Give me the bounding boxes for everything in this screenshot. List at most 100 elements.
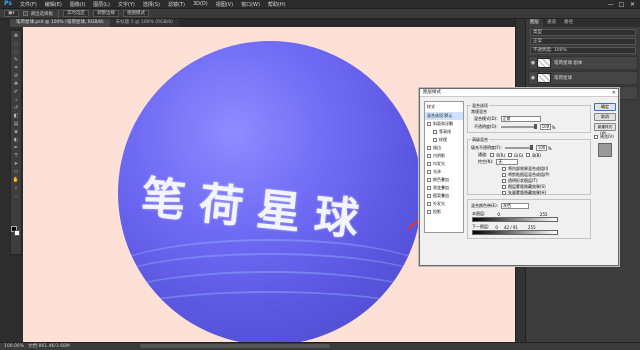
lasso-tool-icon[interactable]: ◌ (11, 48, 21, 55)
layer-row[interactable]: ◉ 笔荷星球 (528, 71, 638, 85)
checkbox[interactable] (502, 173, 506, 177)
eraser-tool-icon[interactable]: ◧ (11, 112, 21, 119)
view-mode-button[interactable]: 视图模式 (123, 10, 150, 17)
shape-tool-icon[interactable]: ▭ (11, 168, 21, 175)
hand-tool-icon[interactable]: ✋ (11, 176, 21, 183)
channel-g-checkbox[interactable] (508, 153, 513, 157)
tool-preset-picker[interactable]: ▣▾ (4, 10, 19, 17)
marquee-tool-icon[interactable]: ⬚ (11, 40, 21, 47)
style-item-gradient-overlay[interactable]: 渐变叠加 (425, 184, 463, 192)
fill-opacity-slider[interactable] (504, 145, 533, 150)
eye-icon[interactable]: ◉ (529, 75, 537, 81)
path-select-tool-icon[interactable]: ➤ (11, 160, 21, 167)
style-item-drop-shadow[interactable]: 投影 (425, 208, 463, 216)
layer-blend-select[interactable]: 正常 (530, 38, 636, 45)
color-swatches[interactable] (11, 226, 21, 238)
checkbox[interactable] (433, 130, 437, 134)
stamp-tool-icon[interactable]: ⊥ (11, 96, 21, 103)
eyedropper-tool-icon[interactable]: ⊘ (11, 72, 21, 79)
checkbox[interactable] (502, 167, 506, 171)
new-style-button[interactable]: 新建样式(W)... (594, 123, 616, 135)
type-tool-icon[interactable]: T (11, 152, 21, 159)
style-item-contour[interactable]: 等高线 (425, 128, 463, 136)
zoom-level[interactable]: 100.00% (4, 343, 24, 350)
auto-select-checkbox[interactable] (22, 11, 28, 16)
menu-file[interactable]: 文件(F) (16, 1, 41, 8)
doc-tab-active[interactable]: 笔荷星球.psd @ 100% (笔荷星球, RGB/8) (10, 19, 110, 27)
dodge-tool-icon[interactable]: ◐ (11, 136, 21, 143)
more-tools-icon[interactable]: … (11, 192, 21, 199)
healing-tool-icon[interactable]: ✚ (11, 80, 21, 87)
tab-channels[interactable]: 通道 (543, 19, 560, 27)
checkbox[interactable] (427, 162, 431, 166)
blend-mode-select[interactable]: 正常 (500, 116, 541, 122)
layer-opacity-field[interactable]: 不透明度: 100% (530, 47, 636, 54)
menu-help[interactable]: 帮助(H) (264, 1, 290, 8)
this-layer-gradient[interactable] (472, 217, 558, 222)
knockout-select[interactable]: 无 (496, 159, 519, 165)
refine-edge-button[interactable]: 调整边缘 (93, 10, 120, 17)
checkbox[interactable] (427, 122, 431, 126)
fill-opacity-field[interactable]: 100 (535, 145, 547, 151)
zoom-tool-icon[interactable]: ⌕ (11, 184, 21, 191)
layer-row[interactable]: ◉ 笔荷星球 副本 (528, 56, 638, 70)
tab-layers[interactable]: 图层 (526, 19, 543, 27)
checkbox[interactable] (427, 194, 431, 198)
preview-checkbox[interactable] (594, 135, 598, 139)
ok-button[interactable]: 确定 (594, 103, 616, 111)
close-icon[interactable]: ✕ (612, 89, 616, 97)
style-item-stroke[interactable]: 描边 (425, 144, 463, 152)
menu-layer[interactable]: 图层(L) (89, 1, 114, 8)
checkbox[interactable] (502, 191, 506, 195)
gradient-tool-icon[interactable]: ▤ (11, 120, 21, 127)
style-item-color-overlay[interactable]: 颜色叠加 (425, 176, 463, 184)
opacity-field[interactable]: 100 (539, 124, 551, 130)
doc-tab-inactive[interactable]: 未标题-1 @ 100% (RGB/8) (109, 19, 179, 27)
crop-tool-icon[interactable]: ⌗ (11, 64, 21, 71)
horizontal-scrollbar[interactable] (140, 344, 330, 348)
history-brush-tool-icon[interactable]: ↺ (11, 104, 21, 111)
checkbox[interactable] (502, 179, 506, 183)
close-button[interactable]: ✕ (627, 0, 638, 9)
under-layer-gradient[interactable] (472, 230, 558, 235)
mode-live-button[interactable]: 实时选区 (63, 10, 90, 17)
tab-paths[interactable]: 路径 (560, 19, 577, 27)
channel-r-checkbox[interactable] (490, 153, 495, 157)
blur-tool-icon[interactable]: ◈ (11, 128, 21, 135)
slider-knob[interactable] (533, 124, 537, 129)
pen-tool-icon[interactable]: ✒ (11, 144, 21, 151)
minimize-button[interactable]: — (605, 0, 616, 9)
brush-tool-icon[interactable]: ✐ (11, 88, 21, 95)
checkbox[interactable] (427, 178, 431, 182)
checkbox[interactable] (427, 210, 431, 214)
opacity-slider[interactable] (500, 124, 537, 129)
style-item-blending-options[interactable]: 混合选项:默认 (425, 112, 463, 120)
menu-window[interactable]: 窗口(W) (237, 1, 264, 8)
checkbox[interactable] (427, 146, 431, 150)
background-color[interactable] (14, 230, 20, 236)
menu-edit[interactable]: 编辑(E) (41, 1, 66, 8)
maximize-button[interactable]: □ (616, 0, 627, 9)
style-item-texture[interactable]: 纹理 (425, 136, 463, 144)
menu-type[interactable]: 文字(Y) (114, 1, 139, 8)
menu-3d[interactable]: 3D(D) (189, 1, 212, 7)
move-tool-icon[interactable]: ✥ (11, 32, 21, 39)
style-item-outer-glow[interactable]: 外发光 (425, 200, 463, 208)
checkbox[interactable] (427, 154, 431, 158)
checkbox[interactable] (427, 186, 431, 190)
quick-select-tool-icon[interactable]: ✎ (11, 56, 21, 63)
slider-knob[interactable] (529, 145, 533, 150)
layer-filter-select[interactable]: 类型 (530, 29, 636, 36)
channel-b-checkbox[interactable] (526, 153, 531, 157)
checkbox[interactable] (427, 170, 431, 174)
cancel-button[interactable]: 取消 (594, 113, 616, 121)
checkbox[interactable] (433, 138, 437, 142)
menu-view[interactable]: 视图(V) (212, 1, 237, 8)
blend-if-select[interactable]: 灰色 (501, 203, 529, 209)
style-item-bevel[interactable]: 斜面和浮雕 (425, 120, 463, 128)
menu-filter[interactable]: 滤镜(T) (164, 1, 189, 8)
style-item-satin[interactable]: 光泽 (425, 168, 463, 176)
style-item-pattern-overlay[interactable]: 图案叠加 (425, 192, 463, 200)
menu-select[interactable]: 选择(S) (139, 1, 164, 8)
eye-icon[interactable]: ◉ (529, 60, 537, 66)
